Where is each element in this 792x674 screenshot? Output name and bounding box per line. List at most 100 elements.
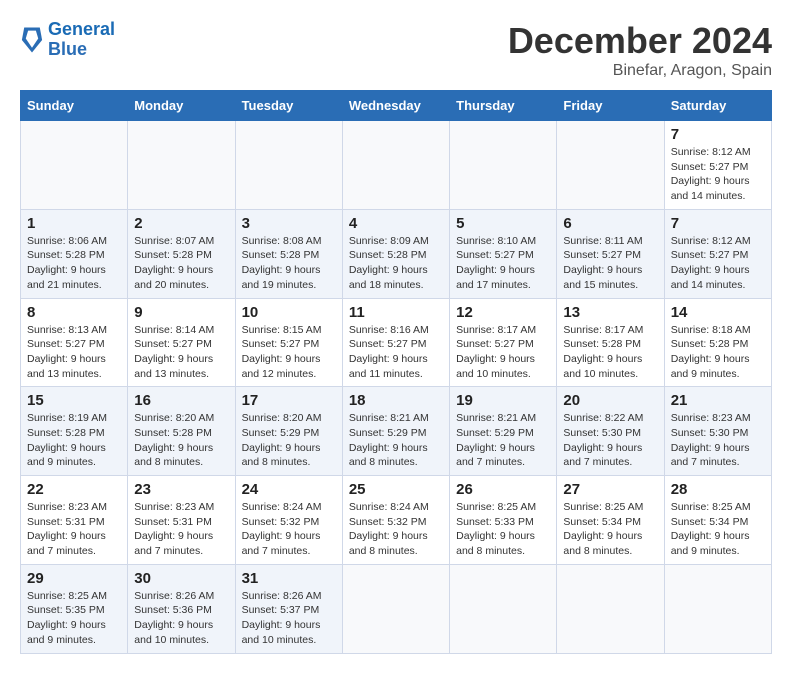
day-number: 5 (456, 215, 550, 232)
day-number: 22 (27, 481, 121, 498)
day-info: Sunrise: 8:13 AMSunset: 5:27 PMDaylight:… (27, 323, 121, 382)
day-info: Sunrise: 8:08 AMSunset: 5:28 PMDaylight:… (242, 234, 336, 293)
calendar-cell: 4 Sunrise: 8:09 AMSunset: 5:28 PMDayligh… (342, 209, 449, 298)
calendar-cell (128, 121, 235, 210)
day-info: Sunrise: 8:06 AMSunset: 5:28 PMDaylight:… (27, 234, 121, 293)
col-header-saturday: Saturday (664, 91, 771, 121)
col-header-monday: Monday (128, 91, 235, 121)
calendar-cell: 10 Sunrise: 8:15 AMSunset: 5:27 PMDaylig… (235, 298, 342, 387)
day-info: Sunrise: 8:25 AMSunset: 5:34 PMDaylight:… (671, 500, 765, 559)
day-number: 31 (242, 570, 336, 587)
day-info: Sunrise: 8:25 AMSunset: 5:33 PMDaylight:… (456, 500, 550, 559)
day-number: 21 (671, 392, 765, 409)
calendar-cell: 29 Sunrise: 8:25 AMSunset: 5:35 PMDaylig… (21, 564, 128, 653)
day-number: 29 (27, 570, 121, 587)
day-info: Sunrise: 8:19 AMSunset: 5:28 PMDaylight:… (27, 411, 121, 470)
calendar-cell (21, 121, 128, 210)
calendar-cell: 15 Sunrise: 8:19 AMSunset: 5:28 PMDaylig… (21, 387, 128, 476)
calendar-cell: 27 Sunrise: 8:25 AMSunset: 5:34 PMDaylig… (557, 476, 664, 565)
day-number: 19 (456, 392, 550, 409)
calendar-cell: 12 Sunrise: 8:17 AMSunset: 5:27 PMDaylig… (450, 298, 557, 387)
title-block: December 2024 Binefar, Aragon, Spain (508, 20, 772, 80)
day-info: Sunrise: 8:21 AMSunset: 5:29 PMDaylight:… (349, 411, 443, 470)
header-row: SundayMondayTuesdayWednesdayThursdayFrid… (21, 91, 772, 121)
calendar-cell: 8 Sunrise: 8:13 AMSunset: 5:27 PMDayligh… (21, 298, 128, 387)
day-number: 18 (349, 392, 443, 409)
day-number: 10 (242, 304, 336, 321)
col-header-sunday: Sunday (21, 91, 128, 121)
day-info: Sunrise: 8:25 AMSunset: 5:34 PMDaylight:… (563, 500, 657, 559)
day-number: 14 (671, 304, 765, 321)
day-info: Sunrise: 8:24 AMSunset: 5:32 PMDaylight:… (242, 500, 336, 559)
day-info: Sunrise: 8:25 AMSunset: 5:35 PMDaylight:… (27, 589, 121, 648)
week-row: 7 Sunrise: 8:12 AMSunset: 5:27 PMDayligh… (21, 121, 772, 210)
calendar-table: SundayMondayTuesdayWednesdayThursdayFrid… (20, 90, 772, 654)
week-row: 22 Sunrise: 8:23 AMSunset: 5:31 PMDaylig… (21, 476, 772, 565)
day-info: Sunrise: 8:24 AMSunset: 5:32 PMDaylight:… (349, 500, 443, 559)
day-info: Sunrise: 8:22 AMSunset: 5:30 PMDaylight:… (563, 411, 657, 470)
calendar-cell: 20 Sunrise: 8:22 AMSunset: 5:30 PMDaylig… (557, 387, 664, 476)
calendar-cell: 26 Sunrise: 8:25 AMSunset: 5:33 PMDaylig… (450, 476, 557, 565)
calendar-cell: 3 Sunrise: 8:08 AMSunset: 5:28 PMDayligh… (235, 209, 342, 298)
col-header-thursday: Thursday (450, 91, 557, 121)
day-number: 16 (134, 392, 228, 409)
day-info: Sunrise: 8:16 AMSunset: 5:27 PMDaylight:… (349, 323, 443, 382)
day-info: Sunrise: 8:12 AMSunset: 5:27 PMDaylight:… (671, 234, 765, 293)
day-info: Sunrise: 8:21 AMSunset: 5:29 PMDaylight:… (456, 411, 550, 470)
day-info: Sunrise: 8:23 AMSunset: 5:31 PMDaylight:… (27, 500, 121, 559)
calendar-cell: 1 Sunrise: 8:06 AMSunset: 5:28 PMDayligh… (21, 209, 128, 298)
calendar-cell (342, 121, 449, 210)
day-info: Sunrise: 8:14 AMSunset: 5:27 PMDaylight:… (134, 323, 228, 382)
calendar-cell (450, 121, 557, 210)
calendar-cell: 6 Sunrise: 8:11 AMSunset: 5:27 PMDayligh… (557, 209, 664, 298)
day-number: 15 (27, 392, 121, 409)
calendar-cell: 11 Sunrise: 8:16 AMSunset: 5:27 PMDaylig… (342, 298, 449, 387)
day-number: 3 (242, 215, 336, 232)
day-info: Sunrise: 8:10 AMSunset: 5:27 PMDaylight:… (456, 234, 550, 293)
day-number: 27 (563, 481, 657, 498)
calendar-cell (557, 564, 664, 653)
day-number: 24 (242, 481, 336, 498)
calendar-cell: 7 Sunrise: 8:12 AMSunset: 5:27 PMDayligh… (664, 121, 771, 210)
logo: General Blue (20, 20, 115, 60)
month-title: December 2024 (508, 20, 772, 62)
day-number: 4 (349, 215, 443, 232)
day-number: 13 (563, 304, 657, 321)
day-number: 28 (671, 481, 765, 498)
day-info: Sunrise: 8:09 AMSunset: 5:28 PMDaylight:… (349, 234, 443, 293)
calendar-cell: 31 Sunrise: 8:26 AMSunset: 5:37 PMDaylig… (235, 564, 342, 653)
calendar-cell: 16 Sunrise: 8:20 AMSunset: 5:28 PMDaylig… (128, 387, 235, 476)
calendar-cell: 25 Sunrise: 8:24 AMSunset: 5:32 PMDaylig… (342, 476, 449, 565)
calendar-cell: 24 Sunrise: 8:24 AMSunset: 5:32 PMDaylig… (235, 476, 342, 565)
day-number: 9 (134, 304, 228, 321)
day-number: 17 (242, 392, 336, 409)
calendar-cell: 14 Sunrise: 8:18 AMSunset: 5:28 PMDaylig… (664, 298, 771, 387)
calendar-cell: 19 Sunrise: 8:21 AMSunset: 5:29 PMDaylig… (450, 387, 557, 476)
week-row: 1 Sunrise: 8:06 AMSunset: 5:28 PMDayligh… (21, 209, 772, 298)
calendar-cell: 22 Sunrise: 8:23 AMSunset: 5:31 PMDaylig… (21, 476, 128, 565)
day-info: Sunrise: 8:23 AMSunset: 5:31 PMDaylight:… (134, 500, 228, 559)
day-info: Sunrise: 8:07 AMSunset: 5:28 PMDaylight:… (134, 234, 228, 293)
day-number: 8 (27, 304, 121, 321)
col-header-wednesday: Wednesday (342, 91, 449, 121)
day-info: Sunrise: 8:26 AMSunset: 5:37 PMDaylight:… (242, 589, 336, 648)
calendar-cell: 30 Sunrise: 8:26 AMSunset: 5:36 PMDaylig… (128, 564, 235, 653)
calendar-cell: 2 Sunrise: 8:07 AMSunset: 5:28 PMDayligh… (128, 209, 235, 298)
day-info: Sunrise: 8:11 AMSunset: 5:27 PMDaylight:… (563, 234, 657, 293)
day-number: 7 (671, 126, 765, 143)
day-number: 2 (134, 215, 228, 232)
day-number: 25 (349, 481, 443, 498)
calendar-cell: 17 Sunrise: 8:20 AMSunset: 5:29 PMDaylig… (235, 387, 342, 476)
day-info: Sunrise: 8:18 AMSunset: 5:28 PMDaylight:… (671, 323, 765, 382)
calendar-cell: 9 Sunrise: 8:14 AMSunset: 5:27 PMDayligh… (128, 298, 235, 387)
week-row: 15 Sunrise: 8:19 AMSunset: 5:28 PMDaylig… (21, 387, 772, 476)
day-info: Sunrise: 8:17 AMSunset: 5:28 PMDaylight:… (563, 323, 657, 382)
calendar-cell: 5 Sunrise: 8:10 AMSunset: 5:27 PMDayligh… (450, 209, 557, 298)
day-info: Sunrise: 8:23 AMSunset: 5:30 PMDaylight:… (671, 411, 765, 470)
day-number: 6 (563, 215, 657, 232)
location: Binefar, Aragon, Spain (508, 62, 772, 80)
calendar-cell: 23 Sunrise: 8:23 AMSunset: 5:31 PMDaylig… (128, 476, 235, 565)
col-header-friday: Friday (557, 91, 664, 121)
day-number: 1 (27, 215, 121, 232)
logo-text: General Blue (48, 20, 115, 60)
